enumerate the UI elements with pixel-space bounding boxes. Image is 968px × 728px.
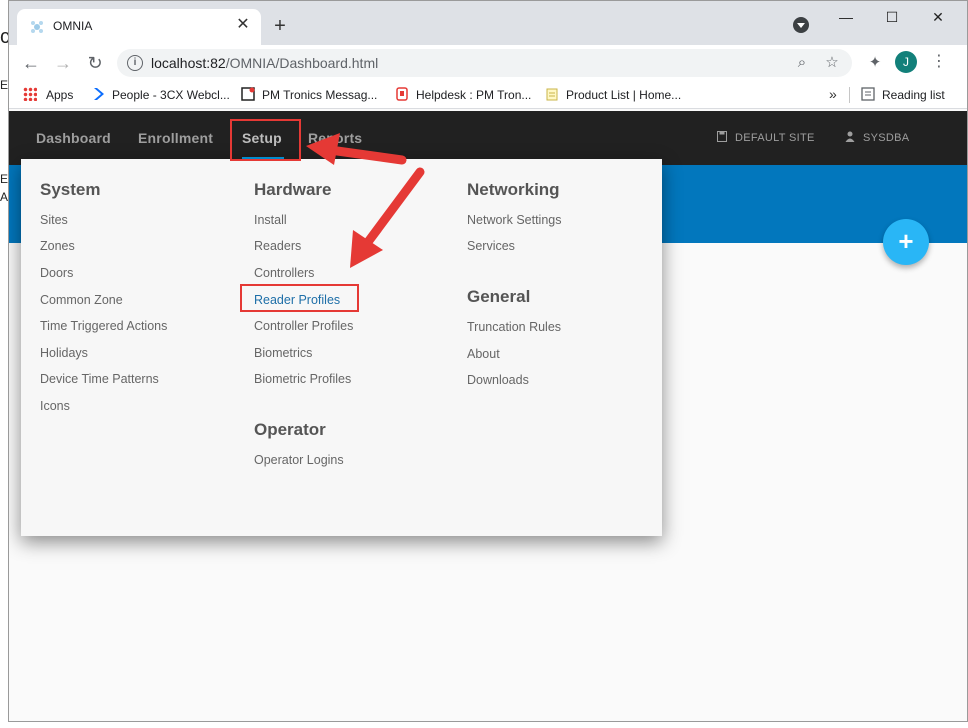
reading-list-icon	[861, 87, 875, 101]
menu-item-common-zone[interactable]: Common Zone	[40, 293, 123, 307]
user-icon	[845, 131, 855, 142]
close-tab-icon[interactable]: ✕	[233, 15, 253, 35]
menu-section-operator: Operator	[254, 420, 326, 439]
menu-item-controllers[interactable]: Controllers	[254, 266, 314, 280]
menu-section-general: General	[467, 287, 531, 306]
save-disk-icon	[717, 131, 727, 142]
reader-profiles-highlight-box	[240, 284, 359, 312]
bookmark-label: Apps	[46, 88, 74, 102]
back-arrow-icon[interactable]: ←	[19, 51, 43, 75]
browser-tab[interactable]: OMNIA ✕	[17, 9, 261, 45]
setup-dropdown-menu: System Sites Zones Doors Common Zone Tim…	[21, 159, 662, 536]
user-name: SYSDBA	[863, 132, 910, 144]
nav-dashboard[interactable]: Dashboard	[36, 130, 111, 146]
extensions-puzzle-icon[interactable]: ✦	[865, 53, 885, 73]
menu-item-services[interactable]: Services	[467, 239, 515, 253]
menu-item-zones[interactable]: Zones	[40, 239, 75, 253]
bookmarks-bar: Apps People - 3CX Webcl... PM Tronics Me…	[9, 81, 967, 109]
menu-item-install[interactable]: Install	[254, 213, 287, 227]
menu-item-network-settings[interactable]: Network Settings	[467, 213, 561, 227]
background-text: E	[0, 172, 9, 186]
notepad-icon	[546, 88, 558, 101]
bookmarks-divider	[849, 87, 850, 103]
apps-grid-icon	[23, 87, 37, 101]
bookmark-apps[interactable]: Apps	[23, 87, 73, 102]
menu-item-controller-profiles[interactable]: Controller Profiles	[254, 319, 353, 333]
menu-item-sites[interactable]: Sites	[40, 213, 68, 227]
more-bookmarks-icon[interactable]: »	[829, 86, 837, 102]
add-button[interactable]: +	[883, 219, 929, 265]
menu-item-operator-logins[interactable]: Operator Logins	[254, 453, 344, 467]
browser-window: OMNIA ✕ + — ☐ ✕ ← → ↻ i localhost:82/OMN…	[8, 0, 968, 722]
reading-list[interactable]: Reading list	[861, 87, 945, 102]
browser-toolbar: ← → ↻ i localhost:82/OMNIA/Dashboard.htm…	[9, 45, 967, 81]
menu-item-doors[interactable]: Doors	[40, 266, 73, 280]
new-tab-button[interactable]: +	[269, 15, 291, 37]
bookmark-3cx[interactable]: People - 3CX Webcl...	[91, 87, 230, 102]
menu-item-device-time-patterns[interactable]: Device Time Patterns	[40, 372, 159, 386]
profile-avatar[interactable]: J	[895, 51, 917, 73]
tab-strip: OMNIA ✕ + — ☐ ✕	[9, 1, 967, 45]
nav-enrollment[interactable]: Enrollment	[138, 130, 213, 146]
app-navbar: Dashboard Enrollment Setup Reports DEFAU…	[9, 111, 967, 165]
tab-title: OMNIA	[53, 19, 93, 33]
menu-item-downloads[interactable]: Downloads	[467, 373, 529, 387]
menu-item-time-triggered-actions[interactable]: Time Triggered Actions	[40, 319, 167, 333]
omnia-app: Dashboard Enrollment Setup Reports DEFAU…	[9, 111, 967, 721]
tab-search-icon[interactable]	[793, 17, 809, 33]
menu-section-system: System	[40, 180, 101, 199]
browser-menu-icon[interactable]: ⋮	[929, 51, 949, 73]
helpdesk-logo-icon	[396, 87, 408, 101]
menu-item-about[interactable]: About	[467, 347, 500, 361]
reading-list-label: Reading list	[882, 88, 945, 102]
close-window-button[interactable]: ✕	[923, 7, 953, 27]
background-text: E	[0, 78, 9, 92]
bookmark-label: PM Tronics Messag...	[262, 88, 378, 102]
menu-item-holidays[interactable]: Holidays	[40, 346, 88, 360]
forward-arrow-icon[interactable]: →	[51, 51, 75, 75]
bookmark-pm-tronics[interactable]: PM Tronics Messag...	[241, 87, 377, 102]
nav-reports[interactable]: Reports	[308, 130, 362, 146]
pm-tronics-logo-icon	[241, 87, 255, 101]
menu-item-icons[interactable]: Icons	[40, 399, 70, 413]
omnia-favicon-icon	[31, 21, 43, 33]
3cx-chevron-icon	[94, 88, 104, 100]
menu-item-readers[interactable]: Readers	[254, 239, 301, 253]
minimize-button[interactable]: —	[831, 7, 861, 27]
bookmark-product-list[interactable]: Product List | Home...	[545, 87, 681, 102]
url-host: localhost:82	[151, 55, 226, 71]
site-name: DEFAULT SITE	[735, 132, 815, 144]
menu-section-networking: Networking	[467, 180, 560, 199]
bookmark-label: Product List | Home...	[566, 88, 682, 102]
maximize-button[interactable]: ☐	[877, 7, 907, 27]
menu-item-biometric-profiles[interactable]: Biometric Profiles	[254, 372, 351, 386]
url-text[interactable]: localhost:82/OMNIA/Dashboard.html	[151, 55, 378, 71]
menu-item-biometrics[interactable]: Biometrics	[254, 346, 312, 360]
site-selector[interactable]: DEFAULT SITE	[717, 131, 815, 144]
setup-highlight-box	[230, 119, 301, 161]
site-info-icon[interactable]: i	[127, 55, 143, 71]
bookmark-star-icon[interactable]: ☆	[822, 53, 842, 73]
menu-section-hardware: Hardware	[254, 180, 332, 199]
user-menu[interactable]: SYSDBA	[845, 131, 909, 144]
background-text: A	[0, 190, 9, 204]
bookmark-label: Helpdesk : PM Tron...	[416, 88, 532, 102]
menu-item-truncation-rules[interactable]: Truncation Rules	[467, 320, 561, 334]
reload-icon[interactable]: ↻	[83, 51, 107, 75]
zoom-icon[interactable]: ⌕	[792, 53, 812, 73]
url-path: /OMNIA/Dashboard.html	[225, 55, 379, 71]
address-bar[interactable]: i localhost:82/OMNIA/Dashboard.html ⌕ ☆	[117, 49, 852, 77]
bookmark-label: People - 3CX Webcl...	[112, 88, 230, 102]
bookmark-helpdesk[interactable]: Helpdesk : PM Tron...	[395, 87, 531, 102]
